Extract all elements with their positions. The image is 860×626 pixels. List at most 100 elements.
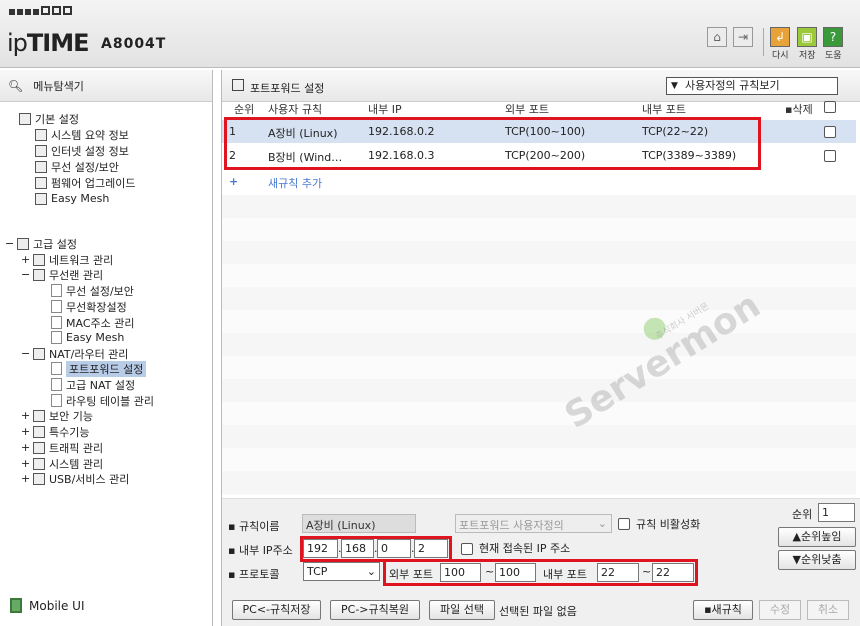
- highlight-box-ports: [383, 559, 698, 586]
- tree-nat-router[interactable]: − NAT/라우터 관리: [21, 346, 128, 361]
- monitor-icon: [35, 144, 47, 157]
- col-rule: 사용자 규칙: [268, 103, 323, 116]
- tree-system[interactable]: + 시스템 관리: [21, 456, 103, 471]
- col-external-port: 외부 포트: [505, 103, 549, 116]
- tree-item-wireless-extend[interactable]: 무선확장설정: [51, 299, 127, 314]
- ip-label: ▪ 내부 IP주소: [228, 544, 293, 557]
- add-rule-row[interactable]: + 새규칙 추가: [222, 170, 856, 193]
- menu-explorer-panel: 🔍︎ 메뉴탐색기 기본 설정 시스템 요약 정보 인터넷 설정 정보 무선 설정…: [0, 70, 213, 626]
- help-icon[interactable]: ?: [823, 27, 843, 47]
- empty-table-area: [222, 195, 856, 495]
- page-icon: [51, 331, 62, 344]
- current-ip-checkbox[interactable]: [461, 543, 473, 555]
- expand-icon[interactable]: +: [21, 253, 30, 266]
- row-delete-checkbox[interactable]: [824, 126, 836, 138]
- port-forward-panel: 포트포워드 설정 ▼ 사용자정의 규칙보기 순위 사용자 규칙 내부 IP 외부 …: [221, 70, 860, 626]
- current-ip-label: 현재 접속된 IP 주소: [479, 542, 571, 555]
- tree-usb-service[interactable]: + USB/서비스 관리: [21, 471, 129, 486]
- protocol-select[interactable]: TCP ⌄: [303, 562, 380, 581]
- chart-icon: [33, 457, 45, 470]
- wifi-icon: [33, 268, 45, 281]
- chart-icon: [35, 128, 47, 141]
- model-name: A8004T: [101, 36, 167, 52]
- tree-basic-settings[interactable]: 기본 설정: [19, 111, 79, 126]
- protocol-label: ▪ 프로토콜: [228, 568, 280, 581]
- page-icon: [51, 378, 62, 391]
- tree-item-easymesh-adv[interactable]: Easy Mesh: [51, 330, 124, 345]
- mobile-icon: [10, 598, 22, 613]
- expand-icon[interactable]: +: [21, 409, 30, 422]
- expand-icon[interactable]: +: [21, 457, 30, 470]
- mobile-ui-link[interactable]: Mobile UI: [10, 598, 85, 613]
- cancel-button[interactable]: 취소: [807, 600, 849, 620]
- delete-all-checkbox[interactable]: [824, 101, 836, 113]
- highlight-box-rules: [224, 117, 761, 170]
- order-input[interactable]: 1: [818, 503, 855, 522]
- disable-rule-label: 규칙 비활성화: [636, 518, 701, 531]
- tree-item-routing-table[interactable]: 라우팅 테이블 관리: [51, 393, 154, 408]
- network-icon: [33, 253, 45, 266]
- expand-icon[interactable]: +: [21, 472, 30, 485]
- col-delete: ▪삭제: [785, 103, 813, 116]
- disable-rule-checkbox[interactable]: [618, 518, 630, 530]
- col-internal-ip: 내부 IP: [368, 103, 402, 116]
- col-internal-port: 내부 포트: [642, 103, 686, 116]
- tree-advanced-settings[interactable]: − 고급 설정: [5, 236, 77, 251]
- window-icon: [232, 79, 244, 91]
- tree-item-system-summary[interactable]: 시스템 요약 정보: [35, 127, 129, 142]
- row-delete-checkbox[interactable]: [824, 150, 836, 162]
- add-rule-link[interactable]: 새규칙 추가: [268, 175, 322, 191]
- restore-from-pc-button[interactable]: PC->규칙복원: [330, 600, 420, 620]
- col-order: 순위: [234, 103, 255, 116]
- collapse-icon[interactable]: −: [21, 347, 30, 360]
- page-icon: [51, 300, 62, 313]
- preset-select[interactable]: 포트포워드 사용자정의 ⌄: [455, 514, 612, 533]
- page-icon: [51, 284, 62, 297]
- collapse-icon[interactable]: −: [21, 268, 30, 281]
- tree-security[interactable]: + 보안 기능: [21, 408, 93, 423]
- reload-icon[interactable]: ↲: [770, 27, 790, 47]
- tree-item-port-forward[interactable]: 포트포워드 설정: [51, 360, 147, 377]
- upgrade-icon: [35, 176, 47, 189]
- collapse-icon[interactable]: −: [5, 237, 14, 250]
- edit-button[interactable]: 수정: [759, 600, 801, 620]
- reload-label: 다시: [772, 51, 789, 61]
- toolbar-divider: [763, 28, 764, 56]
- plus-icon: +: [229, 175, 239, 188]
- panel-header: 포트포워드 설정 ▼ 사용자정의 규칙보기: [222, 70, 860, 102]
- tree-item-wireless-security[interactable]: 무선 설정/보안: [51, 283, 134, 298]
- move-down-button[interactable]: ▼순위낮춤: [778, 550, 856, 570]
- home-icon[interactable]: ⌂: [707, 27, 727, 47]
- tree-item-internet-info[interactable]: 인터넷 설정 정보: [35, 143, 129, 158]
- file-select-button[interactable]: 파일 선택: [429, 600, 495, 620]
- new-rule-button[interactable]: ▪새규칙: [693, 600, 753, 620]
- rule-name-input[interactable]: A장비 (Linux): [302, 514, 416, 533]
- view-select[interactable]: ▼ 사용자정의 규칙보기: [666, 77, 838, 95]
- expand-icon[interactable]: +: [21, 425, 30, 438]
- tree-traffic[interactable]: + 트래픽 관리: [21, 440, 103, 455]
- top-header: ipTIME A8004T ⌂ ⇥ ↲ 다시 ▣ 저장 ? 도움: [0, 0, 860, 68]
- tree-item-firmware[interactable]: 펌웨어 업그레이드: [35, 175, 135, 190]
- logout-icon[interactable]: ⇥: [733, 27, 753, 47]
- page-title: 포트포워드 설정: [250, 82, 325, 95]
- usb-icon: [33, 472, 45, 485]
- save-to-pc-button[interactable]: PC<-규칙저장: [232, 600, 321, 620]
- rule-edit-form: ▪ 규칙이름 A장비 (Linux) 포트포워드 사용자정의 ⌄ 규칙 비활성화 …: [222, 498, 860, 626]
- tree-item-advanced-nat[interactable]: 고급 NAT 설정: [51, 377, 135, 392]
- tree-special[interactable]: + 특수기능: [21, 424, 89, 439]
- tree-item-mac-mgmt[interactable]: MAC주소 관리: [51, 315, 134, 330]
- chevron-down-icon: ▼: [671, 81, 678, 91]
- save-label: 저장: [799, 51, 816, 61]
- expand-icon[interactable]: +: [21, 441, 30, 454]
- save-icon[interactable]: ▣: [797, 27, 817, 47]
- file-status: 선택된 파일 없음: [499, 605, 577, 618]
- tree-network-mgmt[interactable]: + 네트워크 관리: [21, 252, 113, 267]
- tree-item-wireless-basic[interactable]: 무선 설정/보안: [35, 159, 119, 174]
- folder-icon: [17, 237, 29, 250]
- traffic-icon: [33, 441, 45, 454]
- router-icon: [33, 347, 45, 360]
- move-up-button[interactable]: ▲순위높임: [778, 527, 856, 547]
- tree-item-easymesh-basic[interactable]: Easy Mesh: [35, 191, 109, 206]
- tree-wireless-mgmt[interactable]: − 무선랜 관리: [21, 267, 103, 282]
- page-icon: [51, 362, 62, 375]
